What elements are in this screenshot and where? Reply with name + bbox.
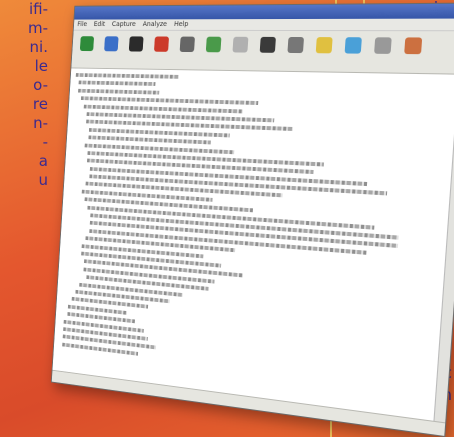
stop-icon — [153, 36, 170, 52]
reload-button[interactable] — [174, 34, 199, 67]
toolbar — [71, 30, 454, 75]
print-icon — [287, 36, 305, 54]
menu-bar: File Edit Capture Analyze Help — [73, 18, 454, 32]
reload-icon — [179, 36, 195, 53]
print-button[interactable] — [282, 34, 310, 68]
filter-button[interactable] — [200, 34, 226, 67]
packet-detail-tree[interactable] — [52, 68, 454, 422]
capture-icon — [104, 36, 119, 52]
background-text-fragment: re — [32, 95, 48, 113]
color-button[interactable] — [310, 34, 338, 69]
zoom-icon — [344, 37, 362, 54]
menu-item-help[interactable]: Help — [174, 20, 189, 28]
background-text-fragment: - — [42, 133, 48, 151]
background-text-fragment: o- — [33, 76, 48, 94]
row-text-blur — [78, 80, 156, 87]
color-icon — [315, 37, 333, 54]
stop-button[interactable] — [149, 34, 174, 67]
row-text-blur — [78, 88, 160, 95]
go-button[interactable] — [254, 34, 281, 68]
filter-icon — [205, 36, 222, 53]
interface-icon — [79, 36, 95, 52]
background-text-fragment: u — [38, 171, 48, 189]
zoom-button[interactable] — [339, 34, 368, 69]
background-text-left: ifi-m-ni. le o-re n- - a u — [0, 0, 48, 190]
help-button[interactable] — [398, 34, 428, 70]
save-icon — [128, 36, 144, 52]
menu-item-analyze[interactable]: Analyze — [142, 20, 167, 28]
save-button[interactable] — [124, 34, 149, 66]
background-text-fragment: a — [38, 152, 48, 170]
background-text-fragment: m- — [27, 19, 48, 37]
app-window: File Edit Capture Analyze Help — [50, 2, 454, 437]
find-icon — [232, 36, 249, 53]
background-text-fragment: le — [34, 57, 48, 75]
prefs-icon — [374, 37, 392, 54]
menu-item-edit[interactable]: Edit — [94, 20, 106, 27]
capture-button[interactable] — [99, 33, 123, 65]
go-icon — [259, 36, 276, 53]
menu-item-capture[interactable]: Capture — [112, 20, 136, 28]
background-text-fragment: n- — [33, 114, 48, 132]
interface-button[interactable] — [75, 33, 99, 65]
help-icon — [404, 37, 423, 55]
background-text-fragment: ifi- — [28, 0, 48, 18]
row-text-blur — [75, 73, 180, 79]
menu-item-file[interactable]: File — [77, 20, 87, 27]
window-title — [74, 3, 454, 20]
find-button[interactable] — [227, 34, 253, 68]
prefs-button[interactable] — [368, 34, 397, 69]
background-text-fragment: ni. — [29, 38, 48, 56]
